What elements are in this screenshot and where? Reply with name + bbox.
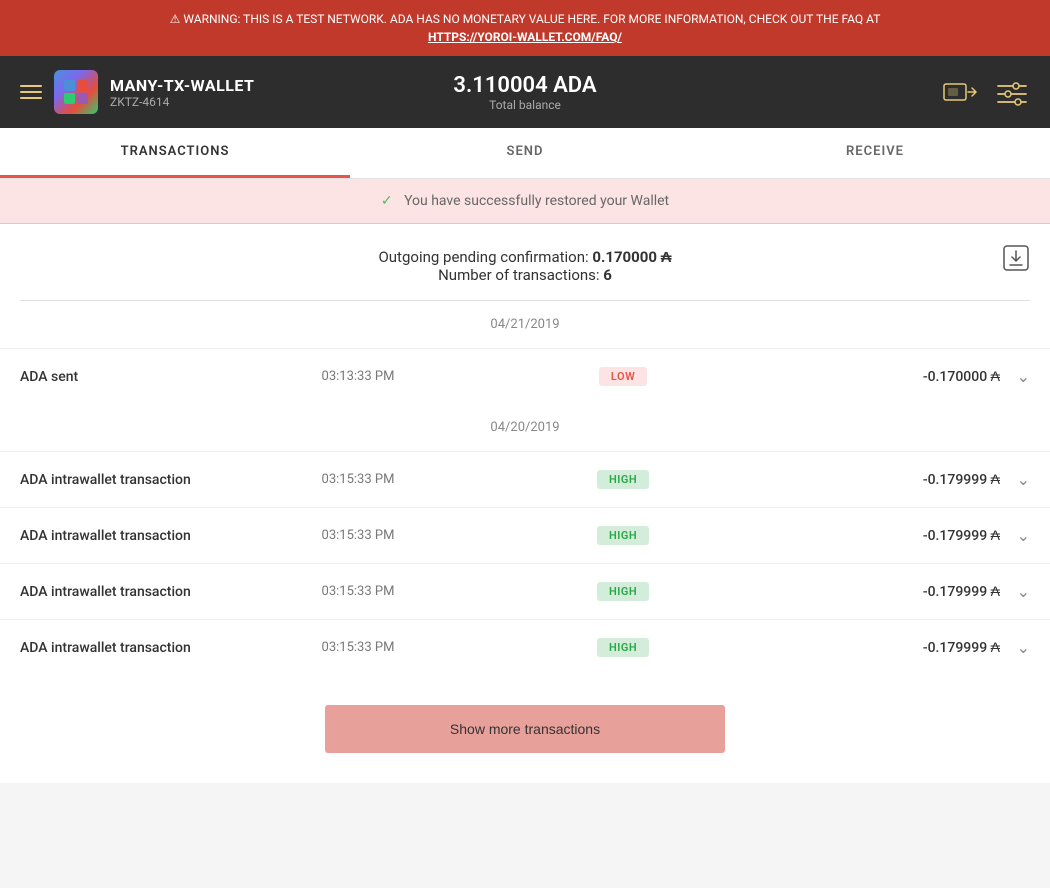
- send-action-icon[interactable]: [942, 76, 978, 108]
- pending-label: Outgoing pending confirmation:: [378, 248, 588, 266]
- app-header: MANY-TX-WALLET ZKTZ-4614 3.110004 ADA To…: [0, 56, 1050, 128]
- tx-badge-container: HIGH: [548, 470, 699, 489]
- show-more-button[interactable]: Show more transactions: [325, 705, 725, 753]
- tx-time: 03:15:33 PM: [322, 640, 548, 655]
- pending-info: Outgoing pending confirmation: 0.170000 …: [0, 224, 1050, 300]
- tx-amount: -0.179999 ₳: [698, 639, 1000, 656]
- wallet-details: MANY-TX-WALLET ZKTZ-4614: [110, 76, 254, 109]
- fee-badge: HIGH: [597, 582, 649, 601]
- pending-tx-count-line: Number of transactions: 6: [20, 266, 1030, 284]
- tx-time: 03:15:33 PM: [322, 584, 548, 599]
- tx-amount: -0.179999 ₳: [698, 583, 1000, 600]
- tx-amount: -0.179999 ₳: [698, 471, 1000, 488]
- tx-count-value: 6: [603, 266, 612, 284]
- wallet-id: ZKTZ-4614: [110, 95, 254, 109]
- tab-receive[interactable]: RECEIVE: [700, 128, 1050, 178]
- date-header-1: 04/21/2019: [0, 301, 1050, 348]
- tx-badge-container: HIGH: [548, 582, 699, 601]
- transaction-row[interactable]: ADA intrawallet transaction 03:15:33 PM …: [0, 451, 1050, 507]
- expand-chevron-icon[interactable]: ⌄: [1000, 638, 1030, 657]
- transaction-row[interactable]: ADA sent 03:13:33 PM LOW -0.170000 ₳ ⌄: [0, 348, 1050, 404]
- fee-badge: HIGH: [597, 526, 649, 545]
- export-button[interactable]: [1002, 244, 1030, 278]
- pending-confirmation-line: Outgoing pending confirmation: 0.170000 …: [20, 248, 1030, 266]
- tx-type: ADA intrawallet transaction: [20, 640, 322, 656]
- tab-send[interactable]: SEND: [350, 128, 700, 178]
- balance-label: Total balance: [357, 98, 694, 112]
- fee-badge: HIGH: [597, 470, 649, 489]
- success-message: You have successfully restored your Wall…: [404, 193, 669, 209]
- settings-icon[interactable]: [994, 76, 1030, 108]
- menu-icon[interactable]: [20, 85, 42, 99]
- tx-badge-container: HIGH: [548, 638, 699, 657]
- tx-type: ADA sent: [20, 369, 322, 385]
- balance-display: 3.110004 ADA Total balance: [357, 73, 694, 112]
- tx-amount: -0.179999 ₳: [698, 527, 1000, 544]
- success-banner: ✓ You have successfully restored your Wa…: [0, 179, 1050, 224]
- main-content: ✓ You have successfully restored your Wa…: [0, 179, 1050, 783]
- nav-tabs: TRANSACTIONS SEND RECEIVE: [0, 128, 1050, 179]
- transaction-row[interactable]: ADA intrawallet transaction 03:15:33 PM …: [0, 563, 1050, 619]
- pending-amount: 0.170000 ₳: [592, 248, 671, 266]
- header-actions: [693, 76, 1030, 108]
- show-more-container: Show more transactions: [0, 675, 1050, 783]
- expand-chevron-icon[interactable]: ⌄: [1000, 526, 1030, 545]
- tab-transactions[interactable]: TRANSACTIONS: [0, 128, 350, 178]
- success-check-icon: ✓: [381, 193, 393, 209]
- tx-count-label: Number of transactions:: [438, 266, 599, 284]
- expand-chevron-icon[interactable]: ⌄: [1000, 367, 1030, 386]
- fee-badge: HIGH: [597, 638, 649, 657]
- tx-type: ADA intrawallet transaction: [20, 472, 322, 488]
- warning-icon: ⚠: [170, 12, 181, 26]
- fee-badge: LOW: [599, 367, 647, 386]
- tx-time: 03:15:33 PM: [322, 528, 548, 543]
- balance-amount: 3.110004 ADA: [357, 73, 694, 98]
- warning-text: WARNING: THIS IS A TEST NETWORK. ADA HAS…: [183, 12, 880, 26]
- tx-badge-container: HIGH: [548, 526, 699, 545]
- wallet-info-area: MANY-TX-WALLET ZKTZ-4614: [20, 70, 357, 114]
- date-header-2: 04/20/2019: [0, 404, 1050, 451]
- warning-link[interactable]: HTTPS://YOROI-WALLET.COM/FAQ/: [428, 30, 622, 44]
- expand-chevron-icon[interactable]: ⌄: [1000, 582, 1030, 601]
- tx-amount: -0.170000 ₳: [698, 368, 1000, 385]
- transaction-row[interactable]: ADA intrawallet transaction 03:15:33 PM …: [0, 507, 1050, 563]
- warning-banner: ⚠ WARNING: THIS IS A TEST NETWORK. ADA H…: [0, 0, 1050, 56]
- wallet-avatar: [54, 70, 98, 114]
- wallet-name: MANY-TX-WALLET: [110, 76, 254, 95]
- tx-time: 03:15:33 PM: [322, 472, 548, 487]
- tx-time: 03:13:33 PM: [322, 369, 548, 384]
- expand-chevron-icon[interactable]: ⌄: [1000, 470, 1030, 489]
- tx-type: ADA intrawallet transaction: [20, 528, 322, 544]
- tx-type: ADA intrawallet transaction: [20, 584, 322, 600]
- tx-badge-container: LOW: [548, 367, 699, 386]
- transaction-row[interactable]: ADA intrawallet transaction 03:15:33 PM …: [0, 619, 1050, 675]
